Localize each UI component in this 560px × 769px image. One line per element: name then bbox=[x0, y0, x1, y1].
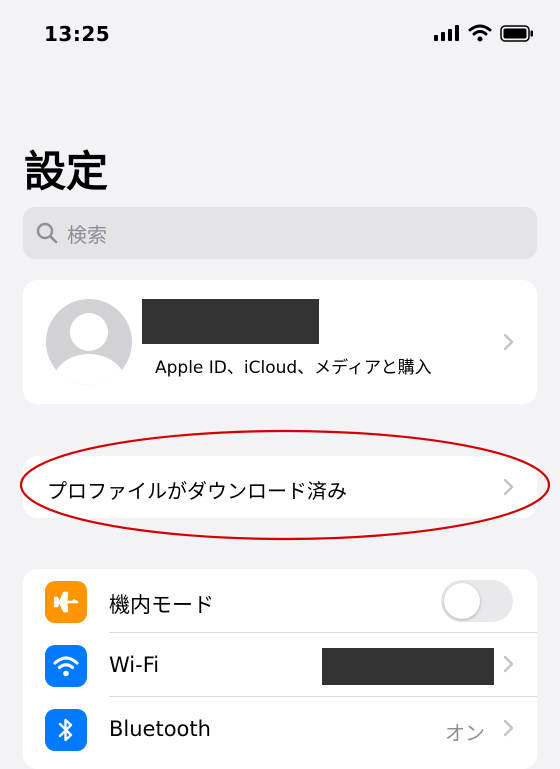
wifi-icon bbox=[45, 645, 87, 687]
profile-subtitle: Apple ID、iCloud、メディアと購入 bbox=[155, 358, 432, 378]
status-icons bbox=[434, 24, 534, 42]
status-time: 13:25 bbox=[44, 22, 111, 46]
search-placeholder: 検索 bbox=[67, 222, 107, 247]
airplane-mode-toggle[interactable] bbox=[441, 580, 513, 622]
connectivity-settings-group: 機内モード Wi-Fi Bluetooth オン bbox=[23, 569, 537, 769]
airplane-mode-label: 機内モード bbox=[109, 593, 214, 617]
bluetooth-status: オン bbox=[445, 721, 485, 745]
airplane-mode-row: 機内モード bbox=[23, 569, 537, 633]
page-title: 設定 bbox=[24, 147, 109, 196]
redacted-network-name bbox=[322, 648, 494, 685]
bluetooth-label: Bluetooth bbox=[109, 717, 211, 741]
chevron-right-icon bbox=[503, 655, 514, 673]
search-icon bbox=[36, 222, 58, 244]
battery-icon bbox=[500, 24, 533, 42]
airplane-icon bbox=[45, 581, 87, 623]
redacted-account-name bbox=[142, 299, 319, 344]
chevron-right-icon bbox=[503, 333, 514, 351]
search-input[interactable]: 検索 bbox=[23, 207, 537, 259]
bluetooth-icon bbox=[45, 709, 87, 751]
profile-downloaded-label: プロファイルがダウンロード済み bbox=[47, 479, 347, 503]
wifi-row[interactable]: Wi-Fi bbox=[23, 633, 537, 697]
bluetooth-row[interactable]: Bluetooth オン bbox=[23, 697, 537, 761]
chevron-right-icon bbox=[503, 719, 514, 737]
toggle-knob bbox=[444, 583, 480, 619]
wifi-status-icon bbox=[468, 24, 492, 42]
chevron-right-icon bbox=[503, 478, 514, 496]
cellular-signal-icon bbox=[434, 25, 459, 41]
wifi-label: Wi-Fi bbox=[109, 653, 160, 677]
profile-downloaded-row[interactable]: プロファイルがダウンロード済み bbox=[23, 456, 537, 518]
avatar bbox=[46, 299, 132, 385]
apple-id-profile-row[interactable]: Apple ID、iCloud、メディアと購入 bbox=[23, 280, 537, 404]
